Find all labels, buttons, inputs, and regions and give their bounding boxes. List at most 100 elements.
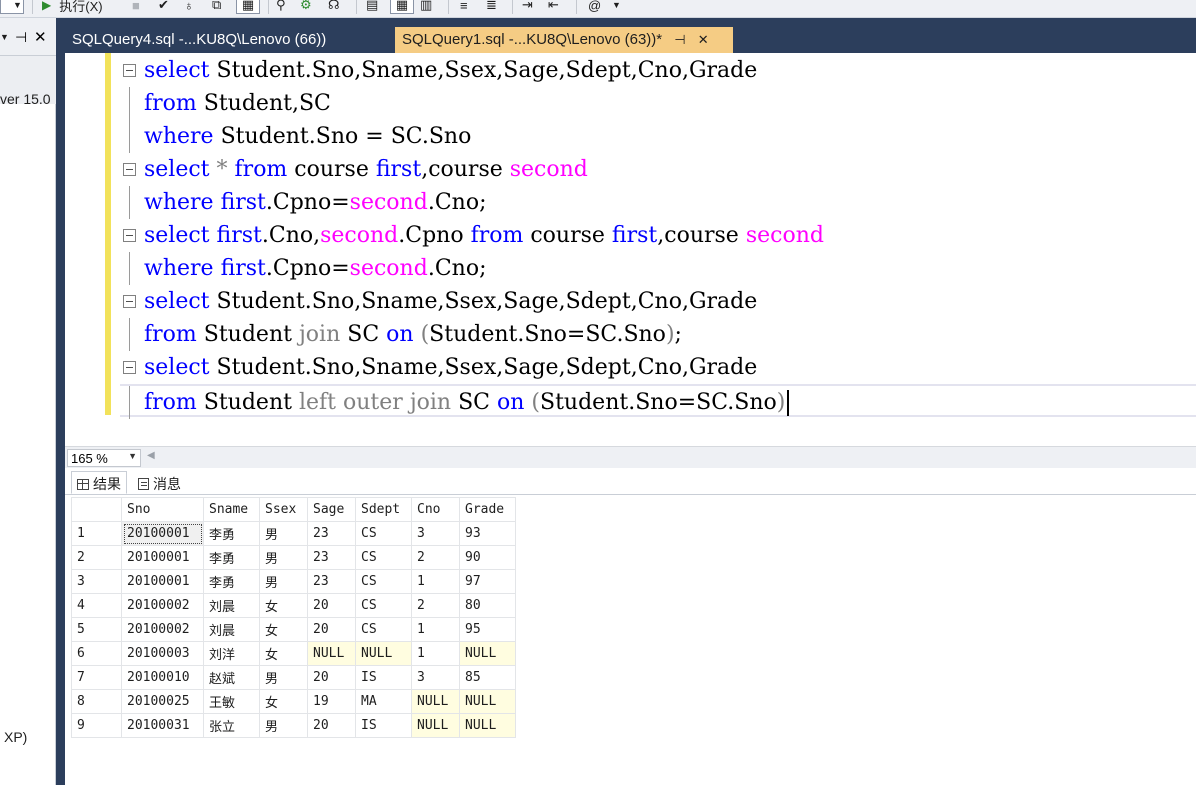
comment-button[interactable]: ≡ [460,0,468,14]
code-line[interactable]: select Student.Sno,Sname,Ssex,Sage,Sdept… [120,285,1196,318]
parse-button[interactable]: ✔ [158,0,169,14]
execute-button[interactable]: ▶ 执行(X) [42,0,103,14]
live-stats-button[interactable]: ☊ [328,0,340,14]
table-cell[interactable]: 女 [259,617,308,642]
outdent-button[interactable]: ⇤ [548,0,559,14]
row-number-cell[interactable]: 2 [71,545,122,570]
collapse-icon[interactable] [123,361,136,374]
dropdown-icon[interactable]: ▼ [0,32,9,42]
row-number-cell[interactable]: 1 [71,521,122,546]
table-cell[interactable]: CS [355,617,412,642]
table-cell[interactable]: 女 [259,593,308,618]
table-cell[interactable]: 刘晨 [203,617,260,642]
code-line[interactable]: select * from course first,course second [120,153,1196,186]
table-cell[interactable]: 20100010 [121,665,204,690]
table-cell[interactable]: 80 [459,593,516,618]
database-dropdown[interactable]: ▼ [0,0,24,14]
table-cell[interactable]: 刘洋 [203,641,260,666]
column-header-sname[interactable]: Sname [203,497,260,522]
table-cell[interactable]: 1 [411,569,460,594]
table-cell[interactable]: 20100001 [121,545,204,570]
collapse-icon[interactable] [123,163,136,176]
column-header-sdept[interactable]: Sdept [355,497,412,522]
table-cell[interactable]: 3 [411,521,460,546]
code-line[interactable]: from Student join SC on (Student.Sno=SC.… [120,318,1196,351]
table-cell[interactable]: 男 [259,713,308,738]
row-number-cell[interactable]: 7 [71,665,122,690]
server-node[interactable]: ver 15.0 [0,91,51,107]
table-cell[interactable]: 男 [259,665,308,690]
intellisense-button[interactable]: @ [588,0,601,14]
table-cell[interactable]: CS [355,545,412,570]
table-cell[interactable]: 李勇 [203,521,260,546]
table-cell[interactable]: NULL [411,689,460,714]
indent-button[interactable]: ⇥ [522,0,533,14]
collapse-icon[interactable] [123,295,136,308]
table-cell[interactable]: 李勇 [203,569,260,594]
results-file-button[interactable]: ▥ [420,0,432,14]
table-cell[interactable]: 20100031 [121,713,204,738]
table-cell[interactable]: NULL [355,641,412,666]
results-grid-toggle[interactable]: ▦ [236,0,260,14]
table-cell[interactable]: 男 [259,521,308,546]
table-row[interactable]: 2 20100001 李勇男 23 CS 2 90 [71,545,516,570]
code-line[interactable]: from Student,SC [120,87,1196,120]
table-cell[interactable]: 2 [411,593,460,618]
table-cell[interactable]: 王敏 [203,689,260,714]
table-cell[interactable]: IS [355,713,412,738]
table-cell[interactable]: 23 [307,521,356,546]
table-cell[interactable]: 20100001 [121,521,204,546]
tab-sqlquery4[interactable]: SQLQuery4.sql -...KU8Q\Lenovo (66)) [65,27,395,53]
include-stats-button[interactable]: ⚲ [276,0,286,14]
table-cell[interactable]: CS [355,593,412,618]
table-cell[interactable]: 男 [259,545,308,570]
query-options-button[interactable]: ♁ [184,0,194,14]
table-cell[interactable]: 刘晨 [203,593,260,618]
close-icon[interactable]: ✕ [698,32,709,48]
code-line[interactable]: where first.Cpno=second.Cno; [120,252,1196,285]
table-cell[interactable]: 20 [307,617,356,642]
table-cell[interactable]: NULL [459,641,516,666]
table-cell[interactable]: 19 [307,689,356,714]
table-cell[interactable]: 1 [411,617,460,642]
code-line[interactable]: select Student.Sno,Sname,Ssex,Sage,Sdept… [120,54,1196,87]
code-line[interactable]: select first.Cno,second.Cpno from course… [120,219,1196,252]
table-row[interactable]: 3 20100001 李勇男 23 CS 1 97 [71,569,516,594]
table-cell[interactable]: 女 [259,641,308,666]
row-number-cell[interactable]: 4 [71,593,122,618]
table-cell[interactable]: NULL [307,641,356,666]
client-stats-button[interactable]: ⚙ [300,0,312,14]
table-cell[interactable]: 20100001 [121,569,204,594]
table-row[interactable]: 9 20100031 张立男 20 IS NULL NULL [71,713,516,738]
table-cell[interactable]: 2 [411,545,460,570]
table-cell[interactable]: 85 [459,665,516,690]
table-row[interactable]: 7 20100010 赵斌男 20 IS 3 85 [71,665,516,690]
tab-results[interactable]: 结果 [71,471,127,494]
stop-button[interactable]: ■ [132,0,140,14]
table-row[interactable]: 8 20100025 王敏女 19 MA NULL NULL [71,689,516,714]
table-cell[interactable]: 20100003 [121,641,204,666]
row-number-cell[interactable]: 8 [71,689,122,714]
table-cell[interactable]: CS [355,521,412,546]
panel-splitter[interactable] [56,18,65,785]
table-row[interactable]: 1 20100001 李勇男 23 CS 3 93 [71,521,516,546]
collapse-icon[interactable] [123,64,136,77]
row-number-cell[interactable]: 9 [71,713,122,738]
table-cell[interactable]: 20 [307,665,356,690]
table-cell[interactable]: 23 [307,569,356,594]
pin-icon[interactable]: ⊣ [674,32,685,48]
code-line[interactable]: select Student.Sno,Sname,Ssex,Sage,Sdept… [120,351,1196,384]
table-row[interactable]: 6 20100003 刘洋女 NULL NULL 1 NULL [71,641,516,666]
display-plan-button[interactable]: ⧉ [212,0,221,14]
tab-sqlquery1[interactable]: SQLQuery1.sql -...KU8Q\Lenovo (63))* ⊣ ✕ [395,27,733,53]
column-header-grade[interactable]: Grade [459,497,516,522]
scroll-left-icon[interactable]: ◀ [147,450,155,461]
table-cell[interactable]: 1 [411,641,460,666]
uncomment-button[interactable]: ≣ [486,0,497,14]
column-header-ssex[interactable]: Ssex [259,497,308,522]
table-cell[interactable]: 男 [259,569,308,594]
zoom-select[interactable]: 165 % ▼ [67,449,141,467]
code-line[interactable]: where Student.Sno = SC.Sno [120,120,1196,153]
table-cell[interactable]: 20 [307,593,356,618]
tree-node-text[interactable]: XP) [4,729,27,745]
